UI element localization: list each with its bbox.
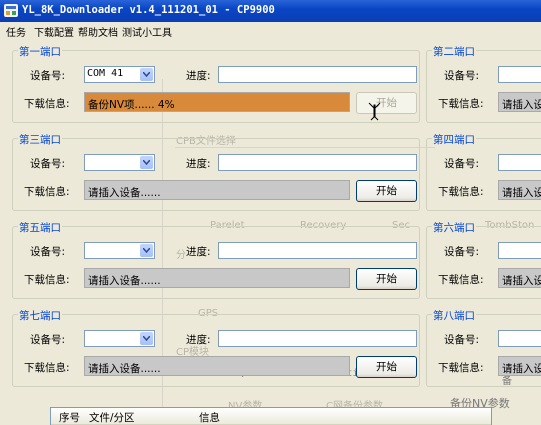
port-1-start-button[interactable]: 开始: [356, 92, 417, 114]
main-window: YL_8K_Downloader v1.4_111201_01 - CP9900…: [0, 0, 541, 425]
port-3-title: 第三端口: [18, 132, 62, 147]
port-4-info-text: 请插入设: [502, 187, 541, 199]
port-1-progress-label: 进度:: [186, 70, 211, 82]
window-title: YL_8K_Downloader v1.4_111201_01 - CP9900: [22, 4, 275, 16]
port-1-device-value: COM 41: [87, 68, 124, 79]
port-1-info-text: 备份NV项...... 4%: [88, 99, 175, 111]
menu-download-config[interactable]: 下载配置: [34, 24, 74, 39]
port-6-info-bar: 请插入设: [498, 268, 541, 288]
port-4-device-select[interactable]: [498, 154, 541, 171]
port-3-info-text: 请插入设备......: [88, 187, 161, 199]
port-7-device-select[interactable]: [84, 330, 155, 347]
port-7-info-text: 请插入设备......: [88, 363, 161, 375]
port-4-device-label: 设备号:: [444, 158, 480, 170]
port-5-progress-field[interactable]: [218, 242, 417, 259]
port-3-device-select[interactable]: [84, 154, 155, 171]
column-info[interactable]: 信息: [199, 410, 220, 425]
port-1-device-label: 设备号:: [30, 70, 66, 82]
port-8-info-text: 请插入设: [502, 363, 541, 375]
menu-bar: 任务 下载配置 帮助文档 测试小工具: [0, 22, 541, 39]
menu-task[interactable]: 任务: [6, 24, 26, 39]
chevron-down-icon[interactable]: [140, 244, 153, 257]
file-list-header: 序号 文件/分区 信息: [51, 408, 491, 425]
port-6-info-label: 下载信息:: [438, 274, 484, 286]
port-7-start-button[interactable]: 开始: [356, 356, 417, 378]
port-7-info-bar: 请插入设备......: [84, 356, 350, 376]
port-5-info-text: 请插入设备......: [88, 275, 161, 287]
port-8-device-label: 设备号:: [444, 334, 480, 346]
port-4-title: 第四端口: [432, 132, 476, 147]
port-6-group: 第六端口: [426, 220, 541, 299]
port-6-device-label: 设备号:: [444, 246, 480, 258]
port-5-progress-label: 进度:: [186, 246, 211, 258]
port-8-group: 第八端口: [426, 308, 541, 387]
port-3-progress-field[interactable]: [218, 154, 417, 171]
port-7-device-label: 设备号:: [30, 334, 66, 346]
chevron-down-icon[interactable]: [140, 156, 153, 169]
port-2-device-label: 设备号:: [444, 70, 480, 82]
file-list[interactable]: 序号 文件/分区 信息: [50, 407, 492, 425]
port-5-start-button[interactable]: 开始: [356, 268, 417, 290]
port-3-progress-label: 进度:: [186, 158, 211, 170]
port-8-info-bar: 请插入设: [498, 356, 541, 376]
port-4-info-label: 下载信息:: [438, 186, 484, 198]
column-file-partition[interactable]: 文件/分区: [89, 410, 135, 425]
menu-help-docs[interactable]: 帮助文档: [78, 24, 118, 39]
port-3-device-label: 设备号:: [30, 158, 66, 170]
port-4-info-bar: 请插入设: [498, 180, 541, 200]
port-7-progress-label: 进度:: [186, 334, 211, 346]
port-6-info-text: 请插入设: [502, 275, 541, 287]
app-icon: [4, 4, 18, 17]
port-5-info-label: 下载信息:: [24, 274, 70, 286]
port-2-device-select[interactable]: [498, 66, 541, 83]
port-3-info-label: 下载信息:: [24, 186, 70, 198]
port-2-info-text: 请插入设: [502, 99, 541, 111]
menu-test-tools[interactable]: 测试小工具: [122, 24, 172, 39]
port-4-group: 第四端口: [426, 132, 541, 211]
port-8-title: 第八端口: [432, 308, 476, 323]
chevron-down-icon[interactable]: [140, 68, 153, 81]
port-2-title: 第二端口: [432, 44, 476, 59]
client-area: CPB文件选择 分 Parelet Recovery Sec TombSton …: [0, 39, 541, 425]
port-7-progress-field[interactable]: [218, 330, 417, 347]
port-7-info-label: 下载信息:: [24, 362, 70, 374]
port-6-device-select[interactable]: [498, 242, 541, 259]
port-1-device-select[interactable]: COM 41: [84, 66, 155, 83]
column-index[interactable]: 序号: [59, 410, 80, 425]
port-5-device-select[interactable]: [84, 242, 155, 259]
port-6-title: 第六端口: [432, 220, 476, 235]
port-1-info-bar: 备份NV项...... 4%: [84, 92, 350, 112]
port-3-start-button[interactable]: 开始: [356, 180, 417, 202]
port-2-info-bar: 请插入设: [498, 92, 541, 112]
chevron-down-icon[interactable]: [140, 332, 153, 345]
port-3-info-bar: 请插入设备......: [84, 180, 350, 200]
port-8-device-select[interactable]: [498, 330, 541, 347]
port-8-info-label: 下载信息:: [438, 362, 484, 374]
port-5-title: 第五端口: [18, 220, 62, 235]
port-1-info-label: 下载信息:: [24, 98, 70, 110]
port-2-info-label: 下载信息:: [438, 98, 484, 110]
port-1-progress-field[interactable]: [218, 66, 417, 83]
port-5-device-label: 设备号:: [30, 246, 66, 258]
port-2-group: 第二端口: [426, 44, 541, 123]
title-bar[interactable]: YL_8K_Downloader v1.4_111201_01 - CP9900: [0, 0, 541, 22]
mouse-cursor-icon: [368, 102, 382, 125]
port-5-info-bar: 请插入设备......: [84, 268, 350, 288]
port-1-title: 第一端口: [18, 44, 62, 59]
port-7-title: 第七端口: [18, 308, 62, 323]
